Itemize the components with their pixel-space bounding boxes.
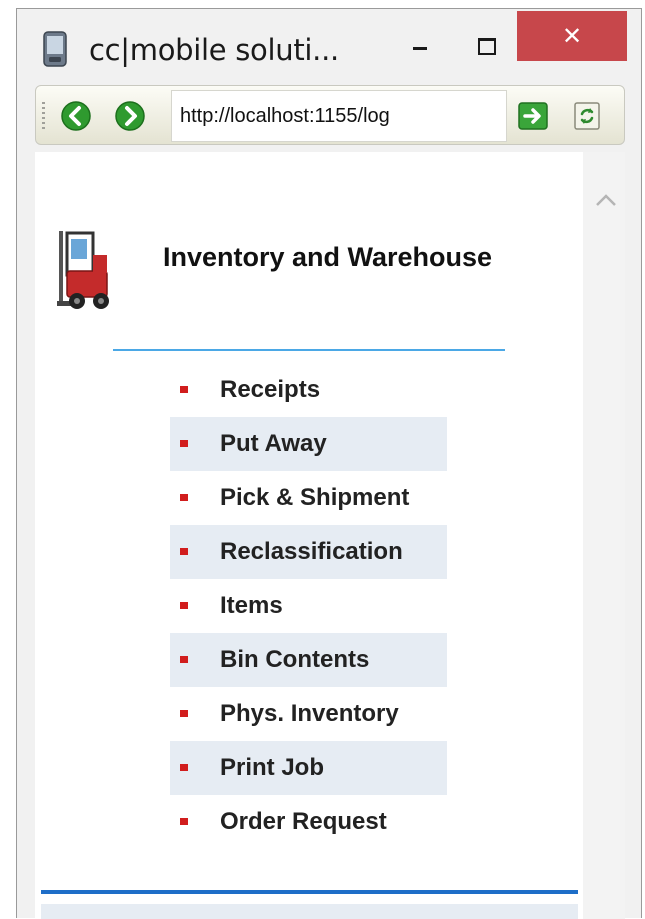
close-button[interactable]: ✕	[517, 11, 627, 61]
refresh-icon	[574, 102, 600, 130]
menu-item-label: Items	[220, 592, 283, 619]
menu-item-label: Pick & Shipment	[220, 484, 410, 511]
go-button[interactable]	[518, 102, 548, 130]
menu-item-reclassification[interactable]: Reclassification	[170, 525, 447, 579]
menu-item-label: Receipts	[220, 376, 321, 403]
bullet-icon	[180, 494, 188, 501]
vertical-scrollbar[interactable]	[583, 152, 625, 919]
bullet-icon	[180, 656, 188, 663]
mobile-device-icon	[43, 31, 67, 67]
page-content: Inventory and Warehouse Receipts Put Awa…	[35, 152, 583, 919]
scroll-up-button[interactable]	[595, 192, 617, 208]
arrow-right-icon	[115, 101, 145, 131]
bullet-icon	[180, 602, 188, 609]
menu-item-bin-contents[interactable]: Bin Contents	[170, 633, 447, 687]
back-button[interactable]	[60, 100, 92, 132]
title-bar: cc|mobile soluti... ✕	[17, 9, 641, 79]
bullet-icon	[180, 818, 188, 825]
menu-item-print-job[interactable]: Print Job	[170, 741, 447, 795]
divider-top	[113, 349, 505, 351]
forklift-icon	[57, 225, 121, 311]
menu-item-label: Order Request	[220, 808, 387, 835]
bullet-icon	[180, 764, 188, 771]
minimize-button[interactable]	[397, 25, 441, 65]
page-title: Inventory and Warehouse	[163, 242, 493, 272]
menu-item-receipts[interactable]: Receipts	[170, 363, 460, 417]
menu-item-order-request[interactable]: Order Request	[170, 795, 460, 849]
go-arrow-icon	[518, 102, 548, 130]
menu-list: Receipts Put Away Pick & Shipment Reclas…	[170, 363, 460, 849]
arrow-left-icon	[61, 101, 91, 131]
menu-item-items[interactable]: Items	[170, 579, 460, 633]
address-bar[interactable]: http://localhost:1155/log	[171, 90, 507, 142]
menu-item-phys-inventory[interactable]: Phys. Inventory	[170, 687, 460, 741]
menu-item-label: Bin Contents	[220, 646, 370, 673]
toolbar-grip[interactable]	[42, 102, 45, 132]
forward-button[interactable]	[114, 100, 146, 132]
menu-item-label: Reclassification	[220, 538, 403, 565]
browser-window: cc|mobile soluti... ✕ http://localhost:1…	[16, 8, 642, 919]
navigation-toolbar: http://localhost:1155/log	[35, 85, 625, 145]
refresh-button[interactable]	[574, 102, 600, 130]
maximize-button[interactable]	[463, 25, 507, 65]
chevron-up-icon	[596, 194, 616, 206]
bullet-icon	[180, 548, 188, 555]
close-icon: ✕	[561, 22, 583, 50]
window-title: cc|mobile soluti...	[89, 33, 339, 67]
bullet-icon	[180, 710, 188, 717]
footer-bar	[41, 904, 578, 919]
menu-item-label: Print Job	[220, 754, 325, 781]
menu-item-put-away[interactable]: Put Away	[170, 417, 447, 471]
menu-item-label: Phys. Inventory	[220, 700, 399, 727]
divider-bottom	[41, 890, 578, 894]
menu-item-label: Put Away	[220, 430, 327, 457]
bullet-icon	[180, 386, 188, 393]
bullet-icon	[180, 440, 188, 447]
menu-item-pick-shipment[interactable]: Pick & Shipment	[170, 471, 460, 525]
